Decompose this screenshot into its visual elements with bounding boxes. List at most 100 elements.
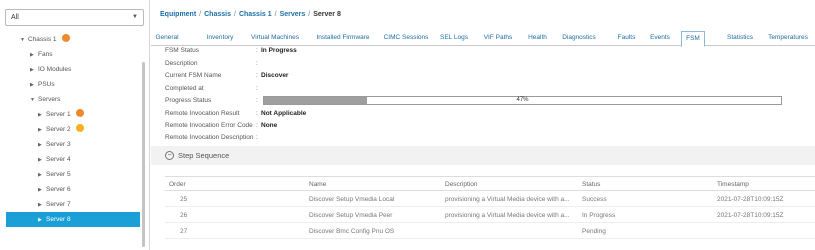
tab-health[interactable]: Health: [525, 31, 550, 46]
tree-item-label: Server 6: [46, 186, 71, 193]
property-separator: :: [256, 110, 258, 117]
property-separator: :: [256, 60, 258, 67]
step-sequence-title: Step Sequence: [178, 151, 230, 160]
tab-general[interactable]: General: [151, 31, 183, 46]
tree-item-label: Server 1: [46, 111, 71, 118]
tree-item-label: Server 7: [46, 201, 71, 208]
breadcrumb-separator: /: [308, 11, 311, 18]
column-header-timestamp[interactable]: Timestamp: [717, 177, 749, 192]
collapse-arrow-icon[interactable]: ▶: [38, 168, 46, 183]
column-header-description[interactable]: Description: [445, 177, 478, 192]
table-cell-name: Discover Setup Vmedia Local: [309, 196, 395, 203]
column-header-status[interactable]: Status: [582, 177, 600, 192]
tree-item-label: Chassis 1: [28, 36, 57, 43]
tree-item-label: Server 3: [46, 141, 71, 148]
breadcrumb-separator: /: [233, 11, 236, 18]
collapse-arrow-icon[interactable]: ▶: [30, 63, 38, 78]
tree-item-label: Server 2: [46, 126, 71, 133]
tree-item-server-3[interactable]: ▶ Server 3: [38, 137, 71, 152]
tree-item-chassis-1[interactable]: ▼ Chassis 1: [20, 32, 70, 50]
property-value: Discover: [261, 72, 289, 79]
tree-item-io-modules[interactable]: ▶ IO Modules: [30, 62, 71, 77]
tree-item-server-1[interactable]: ▶ Server 1: [38, 107, 84, 125]
tab-inventory[interactable]: Inventory: [201, 31, 239, 46]
tab-fsm[interactable]: FSM: [681, 31, 705, 47]
tree-item-label: IO Modules: [38, 66, 72, 73]
collapse-icon[interactable]: −: [165, 151, 174, 160]
table-cell-description: provisioning a Virtual Media device with…: [445, 196, 570, 203]
tree-scrollbar[interactable]: [142, 62, 145, 247]
step-sequence-header[interactable]: − Step Sequence: [151, 146, 815, 165]
breadcrumb-item[interactable]: Chassis: [204, 11, 231, 18]
major-fault-icon: [75, 109, 84, 125]
tree-item-server-5[interactable]: ▶ Server 5: [38, 167, 71, 182]
tree-item-label: Server 4: [46, 156, 71, 163]
tab-vif-paths[interactable]: VIF Paths: [478, 31, 518, 46]
tab-cimc-sessions[interactable]: CIMC Sessions: [381, 31, 431, 46]
table-cell-timestamp: 2021-07-28T10:09:15Z: [717, 212, 784, 219]
tree-item-servers[interactable]: ▼ Servers: [30, 92, 60, 107]
tab-temperatures[interactable]: Temperatures: [760, 31, 815, 46]
property-separator: :: [256, 72, 258, 79]
tree-item-server-2[interactable]: ▶ Server 2: [38, 122, 84, 140]
breadcrumb-separator: /: [274, 11, 277, 18]
tree-item-server-4[interactable]: ▶ Server 4: [38, 152, 71, 167]
table-cell-timestamp: 2021-07-28T10:09:15Z: [717, 196, 784, 203]
tab-sel-logs[interactable]: SEL Logs: [436, 31, 472, 46]
table-row[interactable]: 27 Discover Bmc Config Pnu OS Pending: [165, 225, 815, 239]
tab-diagnostics[interactable]: Diagnostics: [556, 31, 602, 46]
property-label: Remote Invocation Error Code: [165, 122, 253, 129]
property-separator: :: [256, 97, 258, 104]
tab-events[interactable]: Events: [645, 31, 675, 46]
breadcrumb: Equipment / Chassis / Chassis 1/Servers / Serv…: [160, 11, 341, 18]
collapse-arrow-icon[interactable]: ▶: [38, 213, 46, 228]
tree-item-server-8[interactable]: ▶ Server 8: [6, 212, 140, 227]
breadcrumb-current: Server 8: [313, 11, 341, 18]
nav-filter-dropdown[interactable]: All ▼: [5, 9, 144, 26]
breadcrumb-item[interactable]: Equipment: [160, 11, 196, 18]
table-row[interactable]: 25 Discover Setup Vmedia Local provisionin…: [165, 193, 815, 207]
main-content: Equipment / Chassis / Chassis 1/Servers / Serv…: [151, 0, 815, 250]
property-label: Remote Invocation Description: [165, 134, 254, 141]
property-value: Not Applicable: [261, 110, 307, 117]
tree-item-label: Fans: [38, 51, 53, 58]
property-separator: :: [256, 47, 258, 54]
tab-installed-firmware[interactable]: Installed Firmware: [311, 31, 375, 46]
tree-item-server-7[interactable]: ▶ Server 7: [38, 197, 71, 212]
property-label: Progress Status: [165, 97, 212, 104]
collapse-arrow-icon[interactable]: ▶: [38, 198, 46, 213]
tree-item-server-6[interactable]: ▶ Server 6: [38, 182, 71, 197]
expand-arrow-icon[interactable]: ▼: [20, 33, 28, 48]
tab-statistics[interactable]: Statistics: [721, 31, 759, 46]
tab-virtual-machines[interactable]: Virtual Machines: [246, 31, 304, 46]
property-label: Current FSM Name: [165, 72, 222, 79]
collapse-arrow-icon[interactable]: ▶: [38, 108, 46, 123]
tab-faults[interactable]: Faults: [614, 31, 639, 46]
table-cell-description: provisioning a Virtual Media device with…: [445, 212, 570, 219]
tab-bar: General Inventory Virtual Machines Installe…: [151, 31, 815, 47]
expand-arrow-icon[interactable]: ▼: [30, 93, 38, 108]
tree-item-psus[interactable]: ▶ PSUs: [30, 77, 55, 92]
table-row[interactable]: 26 Discover Setup Vmedia Peer provisioning…: [165, 209, 815, 223]
property-label: Description: [165, 60, 198, 67]
table-cell-order: 26: [180, 212, 188, 219]
collapse-arrow-icon[interactable]: ▶: [38, 138, 46, 153]
column-header-order[interactable]: Order: [169, 177, 186, 192]
progress-percent-label: 47%: [516, 97, 529, 103]
table-header-row: Order Name Description Status Timestamp: [165, 176, 815, 191]
column-header-name[interactable]: Name: [309, 177, 326, 192]
collapse-arrow-icon[interactable]: ▶: [38, 153, 46, 168]
table-cell-status: Pending: [582, 228, 606, 235]
breadcrumb-item[interactable]: Servers: [280, 11, 306, 18]
collapse-arrow-icon[interactable]: ▶: [38, 183, 46, 198]
collapse-arrow-icon[interactable]: ▶: [30, 48, 38, 63]
equipment-tree: ▼Chassis 1▶Fans▶IO Modules▶PSUs▼Servers▶…: [0, 30, 150, 250]
collapse-arrow-icon[interactable]: ▶: [38, 123, 46, 138]
property-label: Completed at: [165, 85, 204, 92]
tree-item-fans[interactable]: ▶ Fans: [30, 47, 52, 62]
table-cell-name: Discover Bmc Config Pnu OS: [309, 228, 395, 235]
property-separator: :: [256, 85, 258, 92]
breadcrumb-item[interactable]: Chassis 1: [239, 11, 272, 18]
collapse-arrow-icon[interactable]: ▶: [30, 78, 38, 93]
table-cell-status: Success: [582, 196, 607, 203]
